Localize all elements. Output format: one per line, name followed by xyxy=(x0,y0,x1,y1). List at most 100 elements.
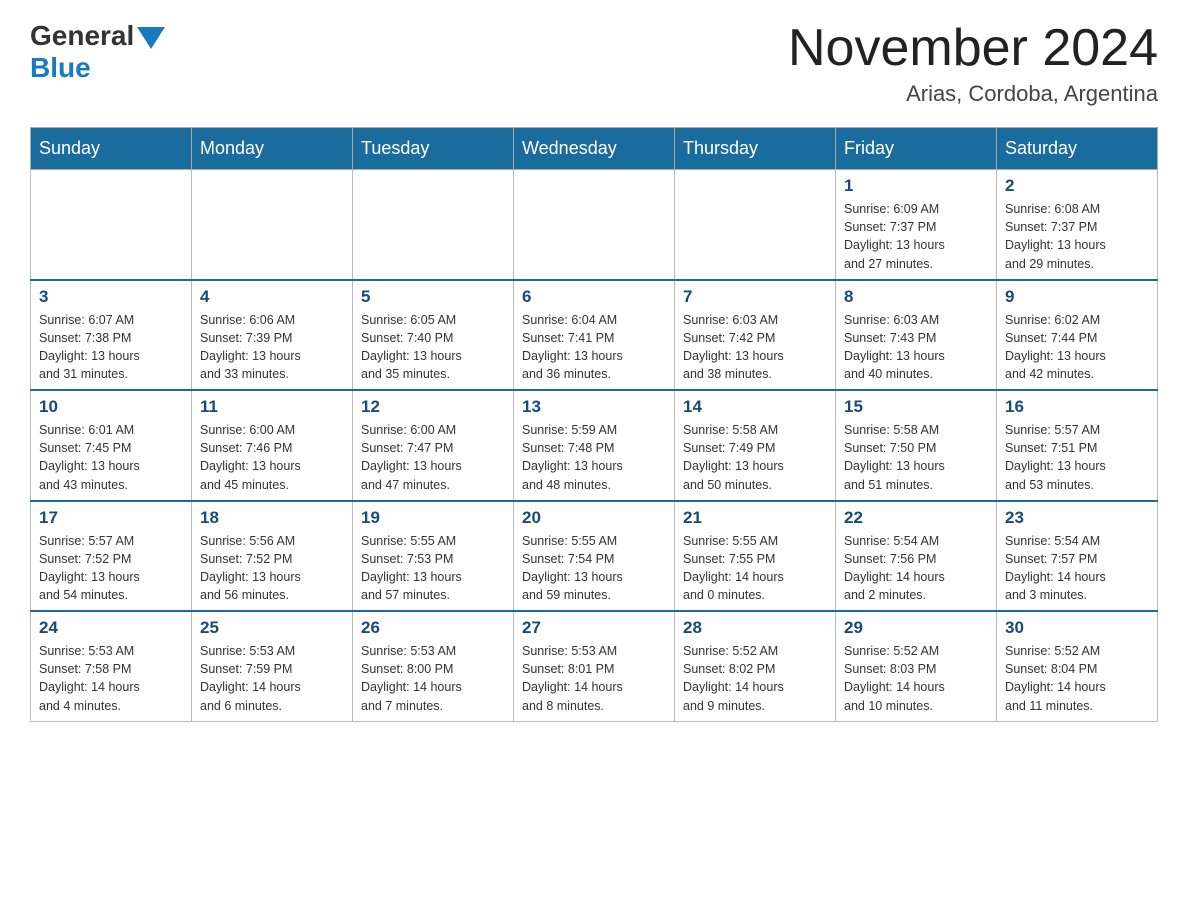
day-info: Sunrise: 5:53 AM Sunset: 7:58 PM Dayligh… xyxy=(39,642,183,715)
calendar-cell: 24Sunrise: 5:53 AM Sunset: 7:58 PM Dayli… xyxy=(31,611,192,721)
column-header-tuesday: Tuesday xyxy=(353,128,514,170)
calendar-cell: 28 Sunrise: 5:52 AM Sunset: 8:02 PM Dayli… xyxy=(675,611,836,721)
calendar-cell: 23 Sunrise: 5:54 AM Sunset: 7:57 PM Dayli… xyxy=(997,501,1158,612)
day-number: 25 xyxy=(200,618,344,638)
page-header: General Blue November 2024 Arias, Cordob… xyxy=(30,20,1158,107)
day-number: 17 xyxy=(39,508,183,528)
day-info: Sunrise: 6:07 AM Sunset: 7:38 PM Dayligh… xyxy=(39,311,183,384)
calendar-table: SundayMondayTuesdayWednesdayThursdayFrid… xyxy=(30,127,1158,722)
day-info: Sunrise: 6:00 AM Sunset: 7:46 PM Dayligh… xyxy=(200,421,344,494)
day-number: 6 xyxy=(522,287,666,307)
calendar-cell xyxy=(675,170,836,280)
day-number: 1 xyxy=(844,176,988,196)
day-info: Sunrise: 5:52 AM Sunset: 8:03 PM Dayligh… xyxy=(844,642,988,715)
calendar-cell: 27 Sunrise: 5:53 AM Sunset: 8:01 PM Dayli… xyxy=(514,611,675,721)
day-info: Sunrise: 5:57 AM Sunset: 7:51 PM Dayligh… xyxy=(1005,421,1149,494)
day-number: 3 xyxy=(39,287,183,307)
day-info: Sunrise: 6:05 AM Sunset: 7:40 PM Dayligh… xyxy=(361,311,505,384)
calendar-cell: 30Sunrise: 5:52 AM Sunset: 8:04 PM Dayli… xyxy=(997,611,1158,721)
logo: General Blue xyxy=(30,20,168,84)
day-number: 12 xyxy=(361,397,505,417)
calendar-cell: 3 Sunrise: 6:07 AM Sunset: 7:38 PM Daylig… xyxy=(31,280,192,391)
day-info: Sunrise: 5:53 AM Sunset: 8:00 PM Dayligh… xyxy=(361,642,505,715)
column-header-monday: Monday xyxy=(192,128,353,170)
week-row-3: 10Sunrise: 6:01 AM Sunset: 7:45 PM Dayli… xyxy=(31,390,1158,501)
column-header-saturday: Saturday xyxy=(997,128,1158,170)
day-number: 21 xyxy=(683,508,827,528)
calendar-cell xyxy=(353,170,514,280)
location-text: Arias, Cordoba, Argentina xyxy=(788,81,1158,107)
calendar-cell: 25 Sunrise: 5:53 AM Sunset: 7:59 PM Dayli… xyxy=(192,611,353,721)
day-info: Sunrise: 6:04 AM Sunset: 7:41 PM Dayligh… xyxy=(522,311,666,384)
day-number: 29 xyxy=(844,618,988,638)
day-number: 9 xyxy=(1005,287,1149,307)
day-info: Sunrise: 5:58 AM Sunset: 7:50 PM Dayligh… xyxy=(844,421,988,494)
day-number: 14 xyxy=(683,397,827,417)
calendar-cell xyxy=(192,170,353,280)
week-row-2: 3 Sunrise: 6:07 AM Sunset: 7:38 PM Daylig… xyxy=(31,280,1158,391)
day-info: Sunrise: 5:57 AM Sunset: 7:52 PM Dayligh… xyxy=(39,532,183,605)
day-number: 28 xyxy=(683,618,827,638)
day-info: Sunrise: 5:54 AM Sunset: 7:57 PM Dayligh… xyxy=(1005,532,1149,605)
day-info: Sunrise: 6:00 AM Sunset: 7:47 PM Dayligh… xyxy=(361,421,505,494)
month-title: November 2024 xyxy=(788,20,1158,77)
day-number: 5 xyxy=(361,287,505,307)
day-info: Sunrise: 5:52 AM Sunset: 8:02 PM Dayligh… xyxy=(683,642,827,715)
calendar-cell: 6 Sunrise: 6:04 AM Sunset: 7:41 PM Daylig… xyxy=(514,280,675,391)
day-number: 8 xyxy=(844,287,988,307)
day-number: 4 xyxy=(200,287,344,307)
day-number: 27 xyxy=(522,618,666,638)
calendar-cell: 1 Sunrise: 6:09 AM Sunset: 7:37 PM Daylig… xyxy=(836,170,997,280)
day-number: 23 xyxy=(1005,508,1149,528)
calendar-cell: 9 Sunrise: 6:02 AM Sunset: 7:44 PM Daylig… xyxy=(997,280,1158,391)
day-number: 26 xyxy=(361,618,505,638)
calendar-cell: 18Sunrise: 5:56 AM Sunset: 7:52 PM Dayli… xyxy=(192,501,353,612)
day-info: Sunrise: 5:58 AM Sunset: 7:49 PM Dayligh… xyxy=(683,421,827,494)
day-info: Sunrise: 5:55 AM Sunset: 7:55 PM Dayligh… xyxy=(683,532,827,605)
day-info: Sunrise: 6:03 AM Sunset: 7:43 PM Dayligh… xyxy=(844,311,988,384)
day-info: Sunrise: 5:59 AM Sunset: 7:48 PM Dayligh… xyxy=(522,421,666,494)
day-number: 20 xyxy=(522,508,666,528)
week-row-5: 24Sunrise: 5:53 AM Sunset: 7:58 PM Dayli… xyxy=(31,611,1158,721)
calendar-cell: 11 Sunrise: 6:00 AM Sunset: 7:46 PM Dayli… xyxy=(192,390,353,501)
day-number: 15 xyxy=(844,397,988,417)
column-header-friday: Friday xyxy=(836,128,997,170)
day-info: Sunrise: 5:53 AM Sunset: 8:01 PM Dayligh… xyxy=(522,642,666,715)
day-number: 10 xyxy=(39,397,183,417)
day-number: 13 xyxy=(522,397,666,417)
logo-blue-text: Blue xyxy=(30,52,91,84)
calendar-cell xyxy=(514,170,675,280)
column-header-thursday: Thursday xyxy=(675,128,836,170)
day-info: Sunrise: 6:09 AM Sunset: 7:37 PM Dayligh… xyxy=(844,200,988,273)
day-info: Sunrise: 5:53 AM Sunset: 7:59 PM Dayligh… xyxy=(200,642,344,715)
calendar-cell xyxy=(31,170,192,280)
day-number: 19 xyxy=(361,508,505,528)
calendar-cell: 14 Sunrise: 5:58 AM Sunset: 7:49 PM Dayli… xyxy=(675,390,836,501)
day-info: Sunrise: 5:54 AM Sunset: 7:56 PM Dayligh… xyxy=(844,532,988,605)
day-info: Sunrise: 6:08 AM Sunset: 7:37 PM Dayligh… xyxy=(1005,200,1149,273)
calendar-header-row: SundayMondayTuesdayWednesdayThursdayFrid… xyxy=(31,128,1158,170)
calendar-cell: 13 Sunrise: 5:59 AM Sunset: 7:48 PM Dayli… xyxy=(514,390,675,501)
day-number: 11 xyxy=(200,397,344,417)
day-info: Sunrise: 6:02 AM Sunset: 7:44 PM Dayligh… xyxy=(1005,311,1149,384)
calendar-cell: 5 Sunrise: 6:05 AM Sunset: 7:40 PM Daylig… xyxy=(353,280,514,391)
calendar-cell: 29 Sunrise: 5:52 AM Sunset: 8:03 PM Dayli… xyxy=(836,611,997,721)
day-info: Sunrise: 5:56 AM Sunset: 7:52 PM Dayligh… xyxy=(200,532,344,605)
calendar-cell: 26 Sunrise: 5:53 AM Sunset: 8:00 PM Dayli… xyxy=(353,611,514,721)
day-number: 16 xyxy=(1005,397,1149,417)
calendar-cell: 8 Sunrise: 6:03 AM Sunset: 7:43 PM Daylig… xyxy=(836,280,997,391)
column-header-wednesday: Wednesday xyxy=(514,128,675,170)
column-header-sunday: Sunday xyxy=(31,128,192,170)
calendar-cell: 16 Sunrise: 5:57 AM Sunset: 7:51 PM Dayli… xyxy=(997,390,1158,501)
calendar-cell: 19 Sunrise: 5:55 AM Sunset: 7:53 PM Dayli… xyxy=(353,501,514,612)
calendar-cell: 20Sunrise: 5:55 AM Sunset: 7:54 PM Dayli… xyxy=(514,501,675,612)
day-number: 22 xyxy=(844,508,988,528)
day-number: 2 xyxy=(1005,176,1149,196)
day-info: Sunrise: 5:55 AM Sunset: 7:53 PM Dayligh… xyxy=(361,532,505,605)
logo-triangle-icon xyxy=(137,27,165,49)
day-number: 30 xyxy=(1005,618,1149,638)
calendar-cell: 2 Sunrise: 6:08 AM Sunset: 7:37 PM Daylig… xyxy=(997,170,1158,280)
day-info: Sunrise: 6:03 AM Sunset: 7:42 PM Dayligh… xyxy=(683,311,827,384)
calendar-cell: 21 Sunrise: 5:55 AM Sunset: 7:55 PM Dayli… xyxy=(675,501,836,612)
week-row-4: 17 Sunrise: 5:57 AM Sunset: 7:52 PM Dayli… xyxy=(31,501,1158,612)
